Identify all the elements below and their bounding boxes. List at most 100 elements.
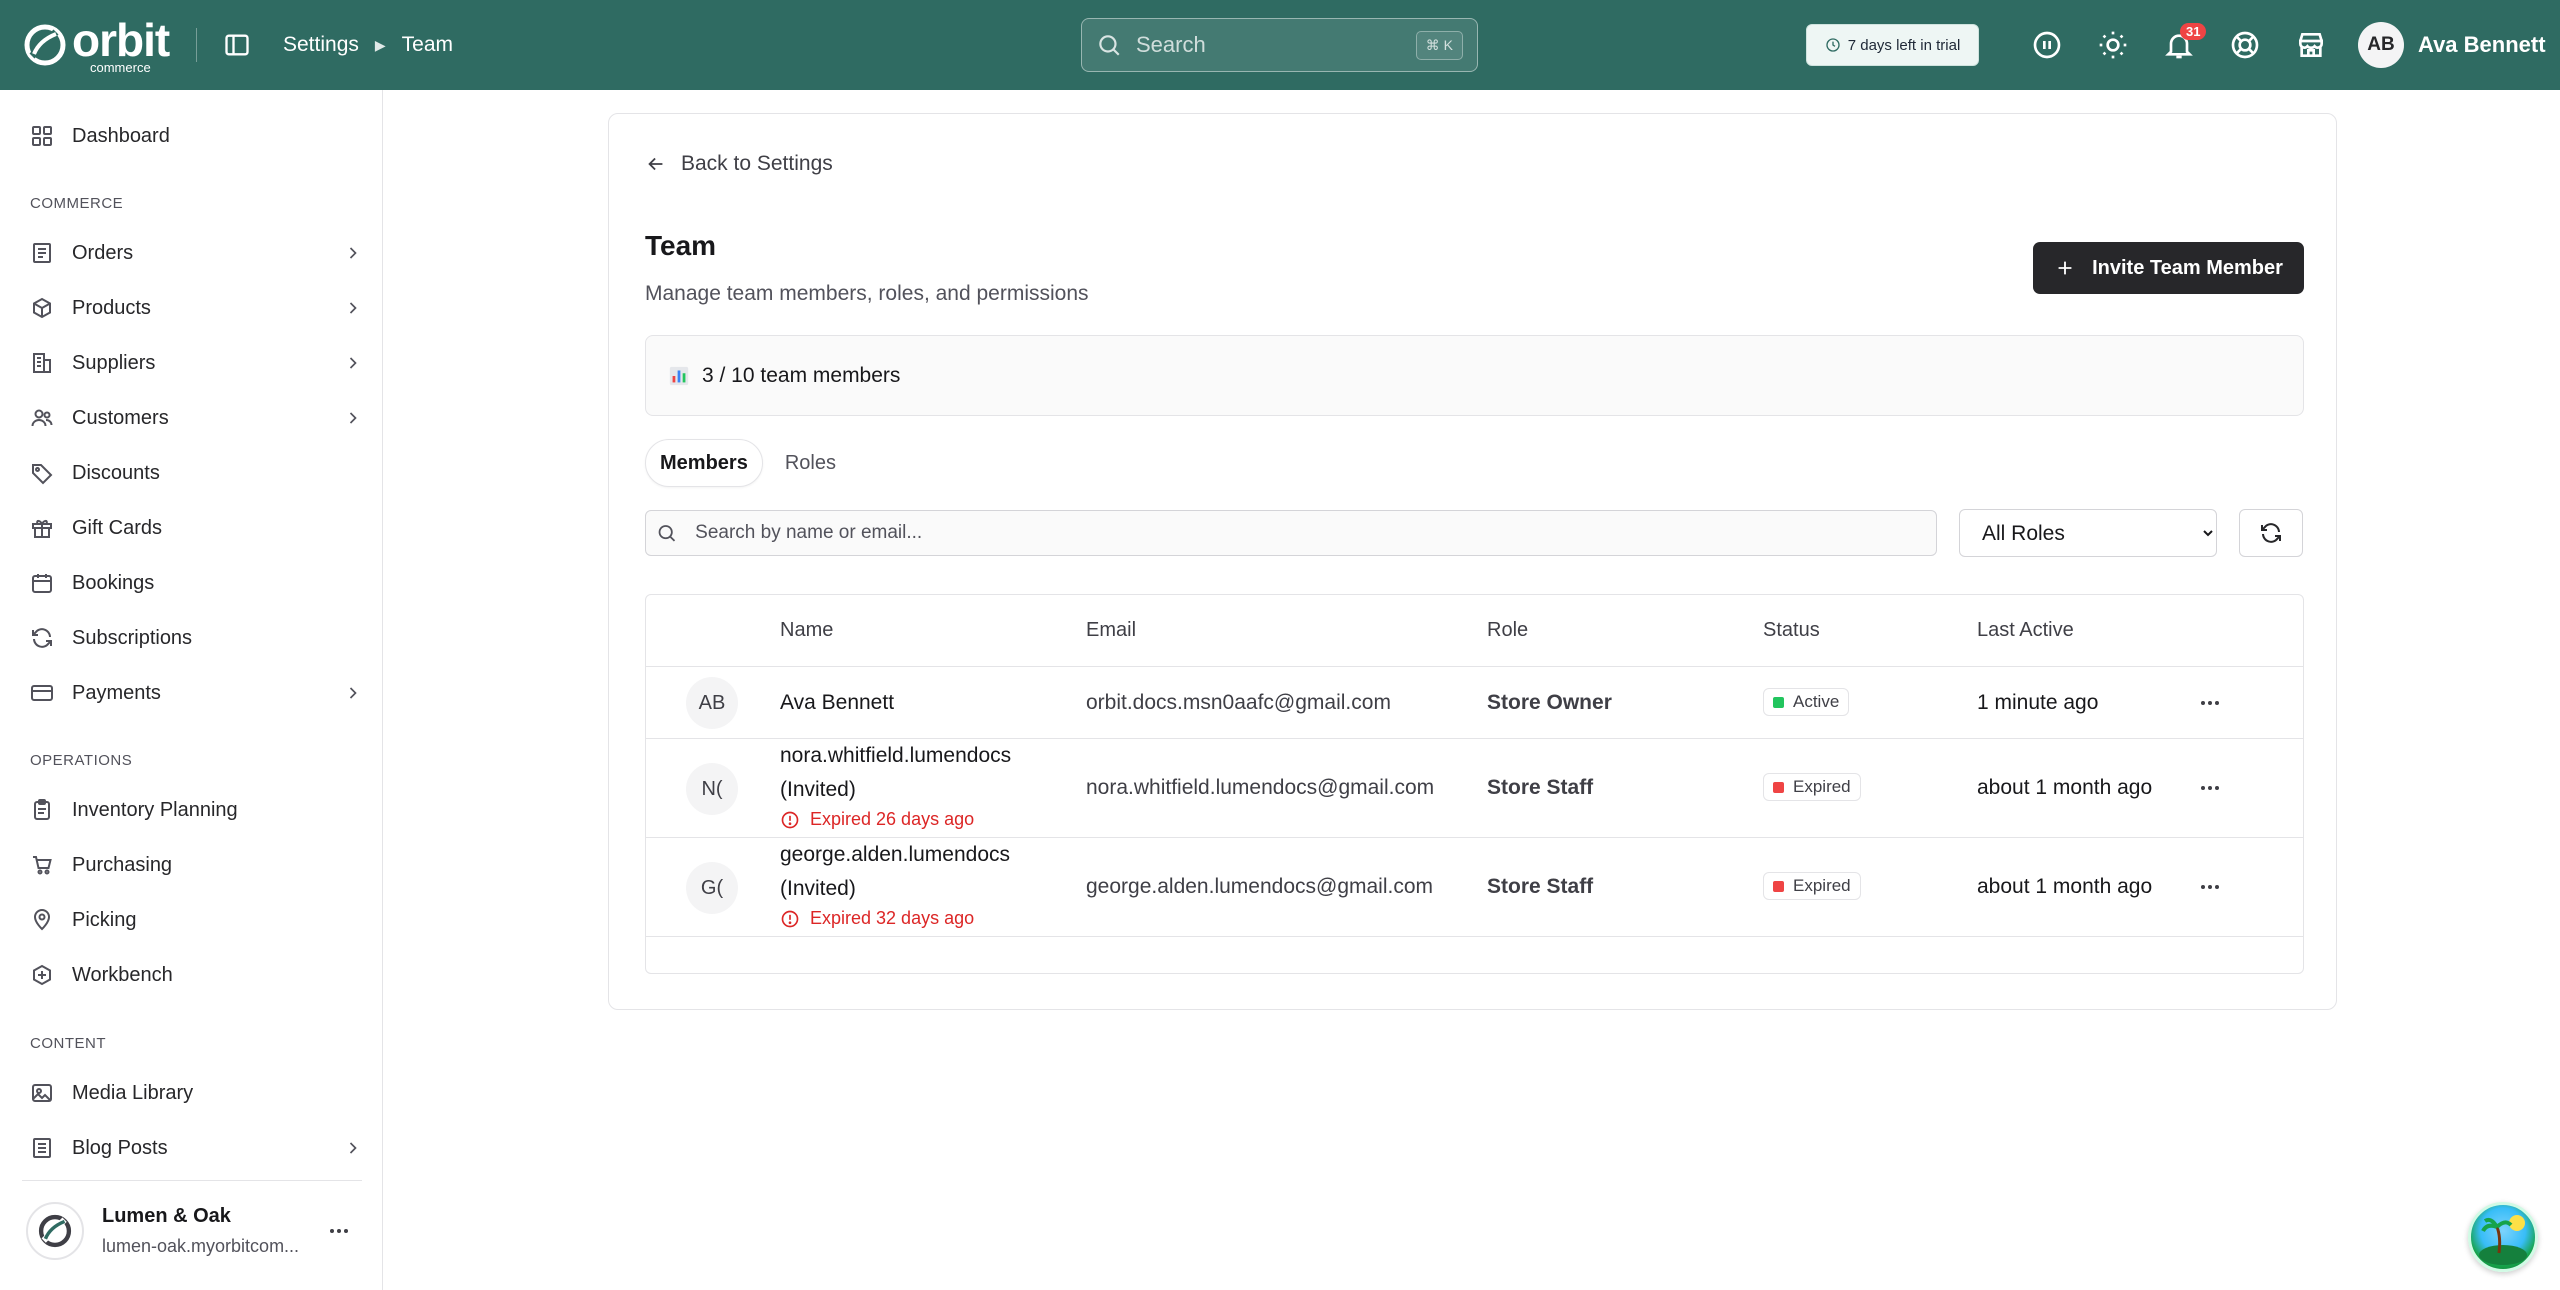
- sidebar-item-label: Inventory Planning: [72, 798, 238, 821]
- refresh-icon: [32, 628, 52, 648]
- sidebar-item-workbench[interactable]: Workbench: [18, 952, 363, 998]
- refresh-button[interactable]: [2239, 509, 2303, 557]
- member-email: orbit.docs.msn0aafc@gmail.com: [1086, 691, 1391, 714]
- table-row: G( george.alden.lumendocs (Invited) Expi…: [646, 838, 2303, 937]
- more-horizontal-icon: [2201, 786, 2219, 790]
- sidebar-item-products[interactable]: Products: [18, 285, 363, 331]
- sidebar-item-discounts[interactable]: Discounts: [18, 450, 363, 496]
- alert-circle-icon: [781, 910, 799, 927]
- clock-icon: [1826, 38, 1840, 52]
- help-button[interactable]: [2226, 26, 2264, 64]
- chevron-right-icon: [349, 1142, 357, 1154]
- sidebar-toggle-icon: [225, 34, 249, 56]
- sidebar-item-purchasing[interactable]: Purchasing: [18, 842, 363, 888]
- sidebar-item-subscriptions[interactable]: Subscriptions: [18, 615, 363, 661]
- tab-members[interactable]: Members: [645, 439, 763, 487]
- sidebar-item-picking[interactable]: Picking: [18, 897, 363, 943]
- sidebar-item-payments[interactable]: Payments: [18, 670, 363, 716]
- table-row: AB Ava Bennett orbit.docs.msn0aafc@gmail…: [646, 667, 2303, 739]
- more-horizontal-icon: [330, 1228, 348, 1233]
- arrow-left-icon: [648, 157, 663, 171]
- status-dot: [1773, 880, 1784, 892]
- store-more-button[interactable]: [324, 1216, 354, 1246]
- theme-toggle-button[interactable]: [2094, 26, 2132, 64]
- bar-chart-icon: [669, 366, 689, 385]
- search-placeholder: Search: [1136, 32, 1206, 57]
- assistant-chat-button[interactable]: [2468, 1202, 2538, 1272]
- members-usage-banner: 3 / 10 team members: [645, 335, 2304, 416]
- member-role: Store Staff: [1487, 776, 1594, 799]
- notifications-button[interactable]: 31: [2160, 23, 2207, 64]
- status-dot: [1773, 696, 1784, 708]
- building-icon: [33, 353, 51, 373]
- sidebar-item-customers[interactable]: Customers: [18, 395, 363, 441]
- row-actions-button[interactable]: [2192, 770, 2228, 806]
- breadcrumb-settings[interactable]: Settings: [283, 33, 359, 57]
- users-icon: [31, 409, 53, 427]
- notification-count-badge: 31: [2180, 23, 2207, 40]
- sidebar-item-orders[interactable]: Orders: [18, 230, 363, 276]
- column-header-status: Status: [1763, 619, 1820, 641]
- user-menu[interactable]: AB Ava Bennett: [2358, 21, 2546, 69]
- expired-text: Expired 32 days ago: [810, 908, 975, 928]
- tag-icon: [32, 464, 53, 485]
- sidebar-item-bookings[interactable]: Bookings: [18, 560, 363, 606]
- trial-badge[interactable]: 7 days left in trial: [1806, 24, 1979, 66]
- more-horizontal-icon: [2201, 885, 2219, 889]
- sidebar-item-media-library[interactable]: Media Library: [18, 1070, 363, 1116]
- section-label-content: CONTENT: [30, 1035, 106, 1052]
- dashboard-icon: [32, 126, 52, 146]
- sidebar-item-gift-cards[interactable]: Gift Cards: [18, 505, 363, 551]
- team-members-table: Name Email Role Status Last Active AB Av…: [645, 594, 2304, 974]
- store-switcher[interactable]: Lumen & Oak lumen-oak.myorbitcom...: [22, 1180, 362, 1280]
- sidebar-item-suppliers[interactable]: Suppliers: [18, 340, 363, 386]
- user-avatar: AB: [2358, 22, 2404, 68]
- invite-label: Invite Team Member: [2092, 256, 2283, 279]
- page-title: Team: [645, 230, 717, 261]
- chevron-right-icon: [349, 302, 357, 314]
- column-header-name: Name: [780, 619, 834, 641]
- search-icon: [658, 525, 676, 542]
- calendar-icon: [32, 574, 52, 593]
- status-badge: Active: [1763, 688, 1850, 716]
- chevron-right-icon: [349, 247, 357, 259]
- map-pin-icon: [33, 909, 51, 931]
- sidebar: Dashboard COMMERCE Orders Products Suppl…: [0, 90, 383, 1290]
- chevron-right-icon: [349, 357, 357, 369]
- member-search-field[interactable]: [645, 510, 1937, 556]
- row-actions-button[interactable]: [2192, 869, 2228, 905]
- storefront-button[interactable]: [2292, 26, 2330, 64]
- back-to-settings-link[interactable]: Back to Settings: [645, 152, 833, 176]
- orbit-logo[interactable]: orbit commerce: [22, 17, 172, 74]
- chevron-right-icon: [349, 687, 357, 699]
- sidebar-item-label: Media Library: [72, 1081, 194, 1104]
- refresh-icon: [2261, 523, 2281, 543]
- member-invited-label: (Invited): [780, 778, 856, 801]
- member-role: Store Owner: [1487, 691, 1612, 714]
- sidebar-item-dashboard[interactable]: Dashboard: [18, 113, 363, 159]
- store-name: Lumen & Oak: [102, 1204, 231, 1227]
- member-avatar: AB: [686, 677, 738, 729]
- page-subtitle: Manage team members, roles, and permissi…: [645, 282, 1089, 305]
- more-horizontal-icon: [2201, 701, 2219, 705]
- invite-team-member-button[interactable]: Invite Team Member: [2033, 242, 2304, 294]
- status-label: Expired: [1793, 777, 1851, 796]
- status-dot: [1773, 781, 1784, 793]
- breadcrumb-separator-icon: ▶: [374, 36, 386, 53]
- sidebar-item-blog-posts[interactable]: Blog Posts: [18, 1125, 363, 1171]
- member-search-input[interactable]: [695, 522, 1936, 544]
- island-avatar-icon: [2479, 1215, 2527, 1265]
- info-button[interactable]: [2028, 26, 2066, 64]
- store-url: lumen-oak.myorbitcom...: [102, 1235, 300, 1256]
- sidebar-item-inventory-planning[interactable]: Inventory Planning: [18, 787, 363, 833]
- sidebar-toggle-button[interactable]: [221, 29, 253, 61]
- sidebar-item-label: Blog Posts: [72, 1136, 168, 1159]
- global-search-input[interactable]: Search ⌘ K: [1081, 18, 1478, 72]
- row-actions-button[interactable]: [2192, 685, 2228, 721]
- role-filter-select[interactable]: All Roles: [1959, 509, 2217, 557]
- clipboard-icon: [34, 799, 50, 820]
- box-icon: [33, 297, 51, 319]
- member-email: nora.whitfield.lumendocs@gmail.com: [1086, 776, 1435, 799]
- tab-roles[interactable]: Roles: [771, 439, 850, 487]
- members-count-text: 3 / 10 team members: [702, 363, 901, 387]
